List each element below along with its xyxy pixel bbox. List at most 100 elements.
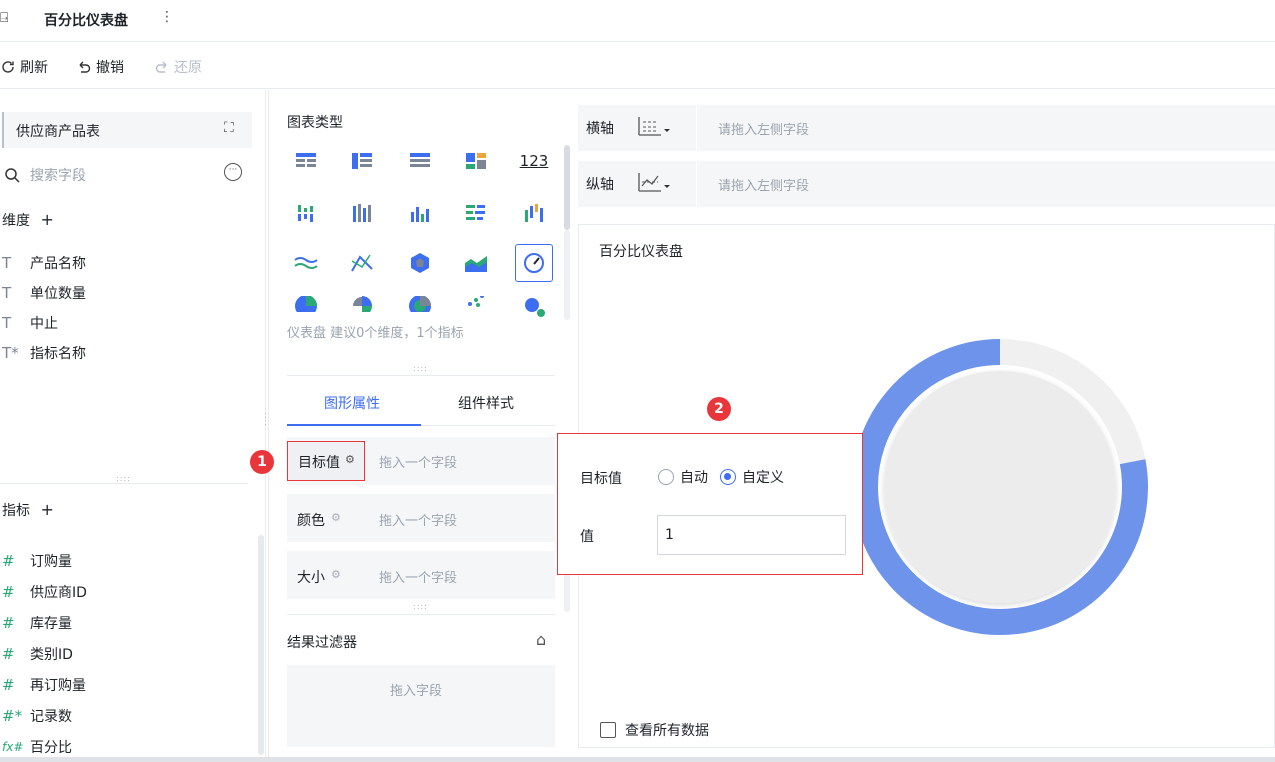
search-input[interactable]: 搜索字段 [30, 165, 86, 185]
field-scrollbar[interactable] [258, 535, 264, 755]
dimension-list: T 产品名称 T 单位数量 T 中止 T* 指标名称 [2, 248, 242, 368]
more-menu-icon[interactable]: ⋮ [160, 9, 174, 25]
area-chart-icon[interactable] [461, 250, 491, 276]
add-dimension-button[interactable]: + [40, 210, 53, 229]
stacked-column-icon[interactable] [347, 200, 377, 226]
y-axis-drop-zone[interactable]: 请拖入左侧字段 [718, 175, 809, 194]
number-type-icon: # [2, 644, 15, 663]
y-axis-type-icon[interactable] [636, 170, 672, 198]
radio-auto-label: 自动 [680, 470, 708, 486]
refresh-button[interactable]: 刷新 [0, 57, 48, 77]
filter-placeholder: 拖入字段 [390, 684, 443, 699]
title-bar: ⍈ 百分比仪表盘 ⋮ [0, 0, 1275, 42]
chart-type-scrollbar[interactable] [564, 145, 570, 230]
scatter-line-icon[interactable] [347, 250, 377, 276]
x-axis-label: 横轴 [586, 121, 614, 137]
kpi-card-icon[interactable] [461, 148, 491, 174]
property-tabs: 图形属性 组件样式 [287, 380, 555, 426]
pie-chart-icon[interactable] [291, 296, 321, 312]
value-input-text: 1 [665, 527, 674, 543]
refresh-icon [2, 61, 14, 73]
switch-dataset-icon[interactable]: ⛶ [224, 120, 234, 136]
sunburst-chart-icon[interactable] [405, 296, 435, 312]
more-options-icon[interactable]: ··· [224, 163, 242, 181]
number-type-icon: # [2, 675, 15, 694]
filter-drop-zone[interactable]: 拖入字段 [287, 665, 555, 747]
target-value-row[interactable]: 目标值 ⚙ 拖入一个字段 [287, 437, 555, 485]
metric-label: 指标 [2, 503, 30, 519]
undo-button[interactable]: 撤销 [76, 57, 124, 77]
divider [421, 425, 555, 426]
color-row[interactable]: 颜色 ⚙ 拖入一个字段 [287, 494, 555, 542]
metric-list: # 订购量 # 供应商ID # 库存量 # 类别ID # 再订购量 #* 记录数… [2, 545, 242, 762]
size-row[interactable]: 大小 ⚙ 拖入一个字段 [287, 551, 555, 599]
resize-grip[interactable]: :::: [413, 364, 428, 373]
value-input[interactable]: 1 [657, 515, 846, 555]
divider [696, 105, 697, 151]
radio-auto-icon[interactable] [658, 469, 674, 485]
number-chart-icon[interactable]: 123 [519, 148, 549, 174]
formula-icon: fx# [2, 739, 24, 754]
text-type-icon: T [2, 284, 12, 302]
dimension-item[interactable]: T* 指标名称 [2, 338, 242, 368]
page-title: 百分比仪表盘 [44, 13, 128, 29]
gear-icon[interactable]: ⚙ [345, 453, 355, 466]
tab-component-style[interactable]: 组件样式 [458, 393, 514, 413]
dimension-item[interactable]: T 产品名称 [2, 248, 242, 278]
bubble-chart-icon[interactable] [519, 296, 549, 318]
grouped-bar-icon[interactable] [291, 200, 321, 226]
x-axis-drop-zone[interactable]: 请拖入左侧字段 [718, 119, 809, 138]
column-chart-icon[interactable] [405, 200, 435, 226]
metric-item[interactable]: # 再订购量 [2, 669, 242, 700]
bar-chart-icon[interactable] [461, 200, 491, 226]
gauge-chart-icon[interactable] [515, 244, 553, 282]
radio-auto[interactable]: 自动 [658, 467, 708, 487]
target-drop-zone[interactable]: 拖入一个字段 [379, 452, 457, 471]
detail-table-icon[interactable] [405, 148, 435, 174]
filter-settings-icon[interactable]: ⌂ [536, 630, 546, 649]
y-axis-row[interactable]: 纵轴 请拖入左侧字段 [578, 161, 1275, 207]
radio-custom[interactable]: 自定义 [720, 467, 784, 487]
scatter-chart-icon[interactable] [461, 296, 491, 312]
cross-table-icon[interactable] [347, 148, 377, 174]
view-all-label: 查看所有数据 [625, 723, 709, 739]
radar-chart-icon[interactable] [405, 250, 435, 276]
rose-chart-icon[interactable] [347, 296, 377, 312]
add-metric-button[interactable]: + [40, 500, 53, 519]
gear-icon[interactable]: ⚙ [331, 511, 341, 524]
dimension-label: 维度 [2, 213, 30, 229]
line-chart-icon[interactable] [291, 250, 321, 276]
metric-item[interactable]: # 供应商ID [2, 576, 242, 607]
view-all-checkbox[interactable] [600, 722, 616, 738]
size-drop-zone[interactable]: 拖入一个字段 [379, 567, 457, 586]
resize-grip[interactable]: :::: [116, 474, 131, 483]
popup-target-label: 目标值 [580, 471, 622, 487]
metric-item[interactable]: # 库存量 [2, 607, 242, 638]
redo-icon [155, 61, 167, 73]
range-column-icon[interactable] [519, 200, 549, 226]
text-type-icon: T [2, 254, 12, 272]
dimension-item[interactable]: T 中止 [2, 308, 242, 338]
metric-item[interactable]: # 类别ID [2, 638, 242, 669]
calculated-text-icon: T* [2, 344, 19, 362]
calculated-number-icon: #* [2, 706, 23, 725]
dimension-name: 中止 [30, 316, 58, 332]
metric-item[interactable]: # 订购量 [2, 545, 242, 576]
radio-custom-icon[interactable] [720, 469, 736, 485]
table-chart-icon[interactable] [291, 148, 321, 174]
dimension-item[interactable]: T 单位数量 [2, 278, 242, 308]
gauge-center [884, 371, 1116, 603]
x-axis-type-icon[interactable] [636, 114, 672, 142]
color-drop-zone[interactable]: 拖入一个字段 [379, 510, 457, 529]
resize-grip[interactable]: :::: [413, 602, 428, 611]
tab-graphic-properties[interactable]: 图形属性 [324, 393, 380, 413]
dataset-selector[interactable]: 供应商产品表 ⛶ [2, 112, 252, 148]
search-icon [5, 168, 20, 183]
metric-name: 再订购量 [30, 677, 86, 694]
redo-button[interactable]: 还原 [154, 57, 202, 77]
x-axis-row[interactable]: 横轴 请拖入左侧字段 [578, 105, 1275, 151]
exit-icon[interactable]: ⍈ [0, 10, 8, 26]
field-search[interactable]: 搜索字段 [4, 163, 254, 187]
gear-icon[interactable]: ⚙ [331, 568, 341, 581]
metric-item[interactable]: #* 记录数 [2, 700, 242, 731]
